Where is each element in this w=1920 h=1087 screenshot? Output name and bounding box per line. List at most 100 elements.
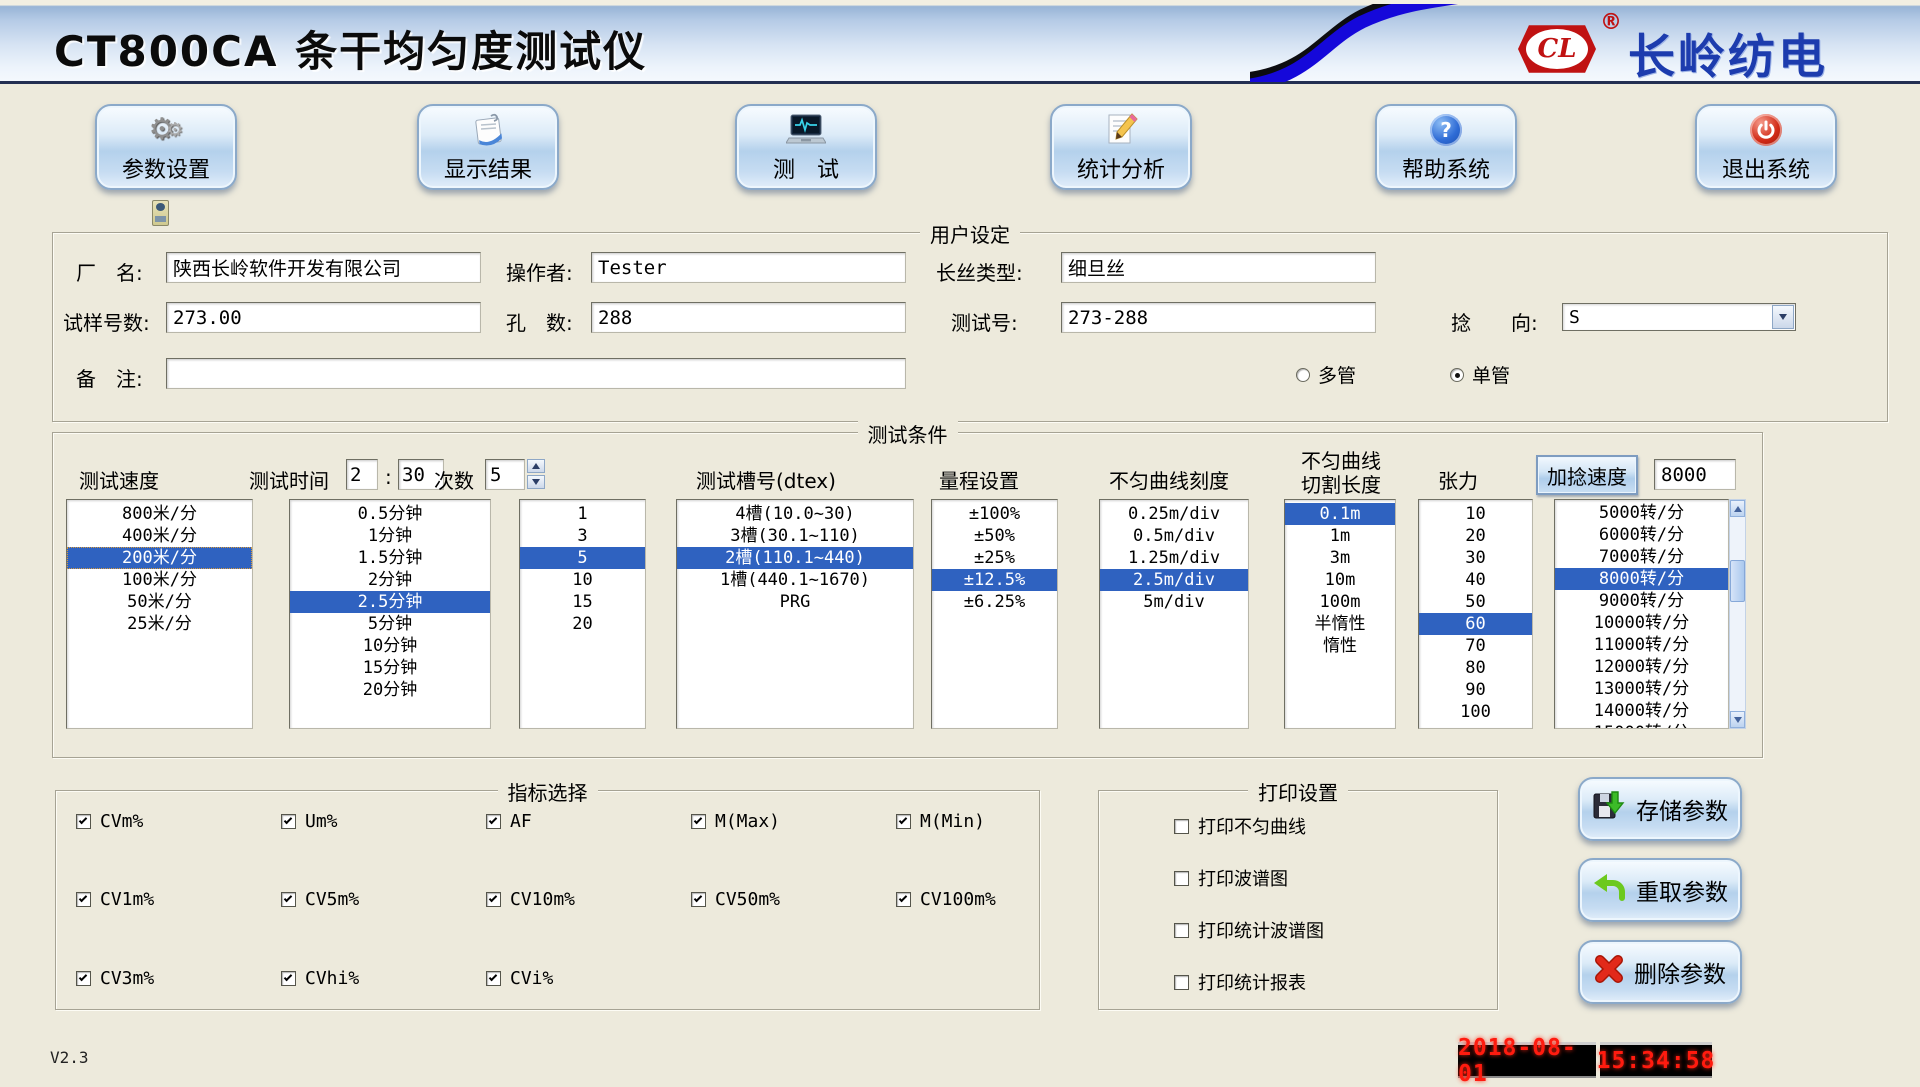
scrollbar-thumb[interactable] [1730,560,1745,602]
test-number-input[interactable] [1061,302,1376,333]
count-spinner[interactable] [527,459,545,489]
checkbox-unchecked-icon[interactable] [1174,975,1189,990]
checkbox-item[interactable]: CVi% [486,968,691,989]
checkbox-item[interactable]: 打印统计波谱图 [1174,917,1324,943]
time-minutes-input[interactable] [346,459,378,490]
list-option[interactable]: 50米/分 [67,591,252,613]
radio-button-icon[interactable] [1296,368,1310,382]
twist-speed-listbox[interactable]: 5000转/分6000转/分7000转/分8000转/分9000转/分10000… [1554,499,1729,729]
checkbox-checked-icon[interactable] [486,892,501,907]
checkbox-unchecked-icon[interactable] [1174,923,1189,938]
checkbox-checked-icon[interactable] [896,814,911,829]
count-input[interactable] [485,459,525,490]
list-option[interactable]: 50 [1419,591,1532,613]
checkbox-item[interactable]: CVm% [76,811,281,832]
list-option[interactable]: 5分钟 [290,613,490,635]
operator-input[interactable] [591,252,906,283]
list-option[interactable]: 10m [1285,569,1395,591]
list-option[interactable]: 3 [520,525,645,547]
show-results-button[interactable]: 显示结果 [417,104,559,190]
radio-single-tube[interactable]: 单管 [1450,361,1510,388]
list-option[interactable]: 20 [1419,525,1532,547]
list-option[interactable]: 15 [520,591,645,613]
checkbox-checked-icon[interactable] [691,892,706,907]
checkbox-checked-icon[interactable] [281,814,296,829]
list-option[interactable]: 11000转/分 [1555,634,1728,656]
list-option[interactable]: 25米/分 [67,613,252,635]
time-listbox[interactable]: 0.5分钟1分钟1.5分钟2分钟2.5分钟5分钟10分钟15分钟20分钟 [289,499,491,729]
list-option[interactable]: 2槽(110.1~440) [677,547,913,569]
chevron-down-icon[interactable] [1772,305,1794,329]
twist-direction-combobox[interactable]: S [1562,303,1796,331]
list-option[interactable]: 2.5m/div [1100,569,1248,591]
sample-count-input[interactable] [166,302,481,333]
checkbox-checked-icon[interactable] [486,814,501,829]
checkbox-item[interactable]: CV100m% [896,889,1101,910]
remark-input[interactable] [166,358,906,389]
checkbox-item[interactable]: M(Min) [896,811,1101,832]
list-option[interactable]: 5000转/分 [1555,502,1728,524]
range-listbox[interactable]: ±100%±50%±25%±12.5%±6.25% [931,499,1058,729]
list-option[interactable]: 3m [1285,547,1395,569]
filament-type-input[interactable] [1061,252,1376,283]
list-option[interactable]: 0.25m/div [1100,503,1248,525]
checkbox-item[interactable]: 打印不匀曲线 [1174,813,1324,839]
list-option[interactable]: 90 [1419,679,1532,701]
checkbox-checked-icon[interactable] [896,892,911,907]
checkbox-item[interactable]: CV5m% [281,889,486,910]
list-option[interactable]: ±25% [932,547,1057,569]
checkbox-item[interactable]: CVhi% [281,968,486,989]
spinner-down-icon[interactable] [527,475,545,489]
list-option[interactable]: 5 [520,547,645,569]
checkbox-item[interactable]: CV3m% [76,968,281,989]
radio-multi-tube[interactable]: 多管 [1296,361,1356,388]
list-option[interactable]: 0.5m/div [1100,525,1248,547]
checkbox-unchecked-icon[interactable] [1174,819,1189,834]
list-option[interactable]: 7000转/分 [1555,546,1728,568]
list-option[interactable]: 6000转/分 [1555,524,1728,546]
radio-button-icon[interactable] [1450,368,1464,382]
scroll-down-icon[interactable] [1730,711,1745,728]
list-option[interactable]: 400米/分 [67,525,252,547]
checkbox-checked-icon[interactable] [76,971,91,986]
checkbox-item[interactable]: 打印统计报表 [1174,969,1324,995]
list-option[interactable]: 0.1m [1285,503,1395,525]
scroll-up-icon[interactable] [1730,500,1745,517]
list-option[interactable]: 15000转/分 [1555,722,1728,729]
list-option[interactable]: 10 [520,569,645,591]
test-button[interactable]: 测 试 [735,104,877,190]
list-option[interactable]: 200米/分 [67,547,252,569]
checkbox-item[interactable]: M(Max) [691,811,896,832]
cut-length-listbox[interactable]: 0.1m1m3m10m100m半惰性惰性 [1284,499,1396,729]
list-option[interactable]: 1分钟 [290,525,490,547]
list-option[interactable]: 1.25m/div [1100,547,1248,569]
list-option[interactable]: 60 [1419,613,1532,635]
scale-listbox[interactable]: 0.25m/div0.5m/div1.25m/div2.5m/div5m/div [1099,499,1249,729]
checkbox-item[interactable]: AF [486,811,691,832]
checkbox-checked-icon[interactable] [76,892,91,907]
list-option[interactable]: 1槽(440.1~1670) [677,569,913,591]
checkbox-item[interactable]: 打印波谱图 [1174,865,1324,891]
tension-listbox[interactable]: 102030405060708090100 [1418,499,1533,729]
list-option[interactable]: 10 [1419,503,1532,525]
spinner-up-icon[interactable] [527,459,545,473]
list-option[interactable]: 100m [1285,591,1395,613]
list-option[interactable]: 100 [1419,701,1532,723]
list-option[interactable]: 13000转/分 [1555,678,1728,700]
params-settings-button[interactable]: ⚙⚙ 参数设置 [95,104,237,190]
holes-input[interactable] [591,302,906,333]
slot-listbox[interactable]: 4槽(10.0~30)3槽(30.1~110)2槽(110.1~440)1槽(4… [676,499,914,729]
list-option[interactable]: 8000转/分 [1555,568,1728,590]
checkbox-checked-icon[interactable] [281,892,296,907]
twist-speed-button[interactable]: 加捻速度 [1536,455,1638,495]
checkbox-item[interactable]: CV1m% [76,889,281,910]
speed-listbox[interactable]: 800米/分400米/分200米/分100米/分50米/分25米/分 [66,499,253,729]
list-option[interactable]: 14000转/分 [1555,700,1728,722]
factory-input[interactable] [166,252,481,283]
list-option[interactable]: 半惰性 [1285,613,1395,635]
checkbox-item[interactable]: Um% [281,811,486,832]
list-option[interactable]: ±6.25% [932,591,1057,613]
checkbox-unchecked-icon[interactable] [1174,871,1189,886]
list-option[interactable]: 2.5分钟 [290,591,490,613]
list-option[interactable]: 100米/分 [67,569,252,591]
